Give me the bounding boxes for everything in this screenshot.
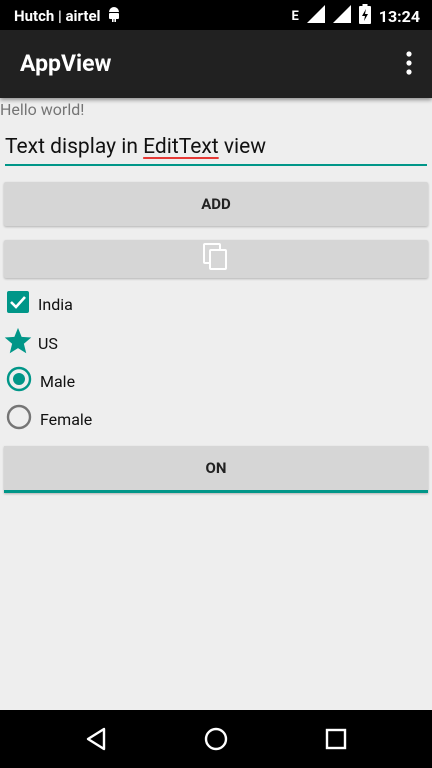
add-button[interactable]: ADD <box>4 182 428 226</box>
toggle-button[interactable]: ON <box>4 446 428 493</box>
radio-unselected-icon <box>6 404 32 434</box>
checkbox-india-label: India <box>38 294 73 314</box>
navigation-bar <box>0 710 432 768</box>
status-bar: Hutch | airtel E 13:24 <box>0 0 432 30</box>
signal-icon-2 <box>332 5 351 27</box>
radio-female[interactable]: Female <box>6 401 92 437</box>
star-us-label: US <box>38 333 58 353</box>
radio-selected-icon <box>6 366 32 396</box>
app-title: AppView <box>20 50 112 77</box>
radio-female-label: Female <box>40 409 93 429</box>
nav-recents-icon[interactable] <box>296 710 376 768</box>
edit-text-misspelled-word: EditText <box>143 135 219 159</box>
carrier-label: Hutch | airtel <box>14 7 101 25</box>
edit-text-suffix: view <box>218 135 267 159</box>
carrier-info: Hutch | airtel <box>14 6 121 26</box>
signal-icon <box>306 5 325 27</box>
copy-icon <box>203 243 229 275</box>
clock-time: 13:24 <box>378 6 420 26</box>
battery-icon <box>358 4 371 28</box>
edit-text-field[interactable]: Text display in EditText view <box>5 132 427 166</box>
android-icon <box>107 6 121 26</box>
nav-back-icon[interactable] <box>56 710 136 768</box>
checkbox-india[interactable]: India <box>6 286 73 322</box>
copy-image-button[interactable] <box>4 240 428 278</box>
edit-text-prefix: Text display in <box>5 135 144 159</box>
app-bar: AppView <box>0 30 432 98</box>
rating-star-us[interactable]: US <box>3 325 58 361</box>
nav-home-icon[interactable] <box>176 710 256 768</box>
network-type-label: E <box>291 8 299 24</box>
radio-male[interactable]: Male <box>6 363 75 399</box>
radio-male-label: Male <box>40 371 76 391</box>
star-icon <box>3 326 33 360</box>
status-icons: E 13:24 <box>291 4 420 28</box>
checkbox-checked-icon <box>6 290 30 318</box>
overflow-menu-icon[interactable] <box>400 50 418 76</box>
hello-text: Hello world! <box>0 100 85 119</box>
